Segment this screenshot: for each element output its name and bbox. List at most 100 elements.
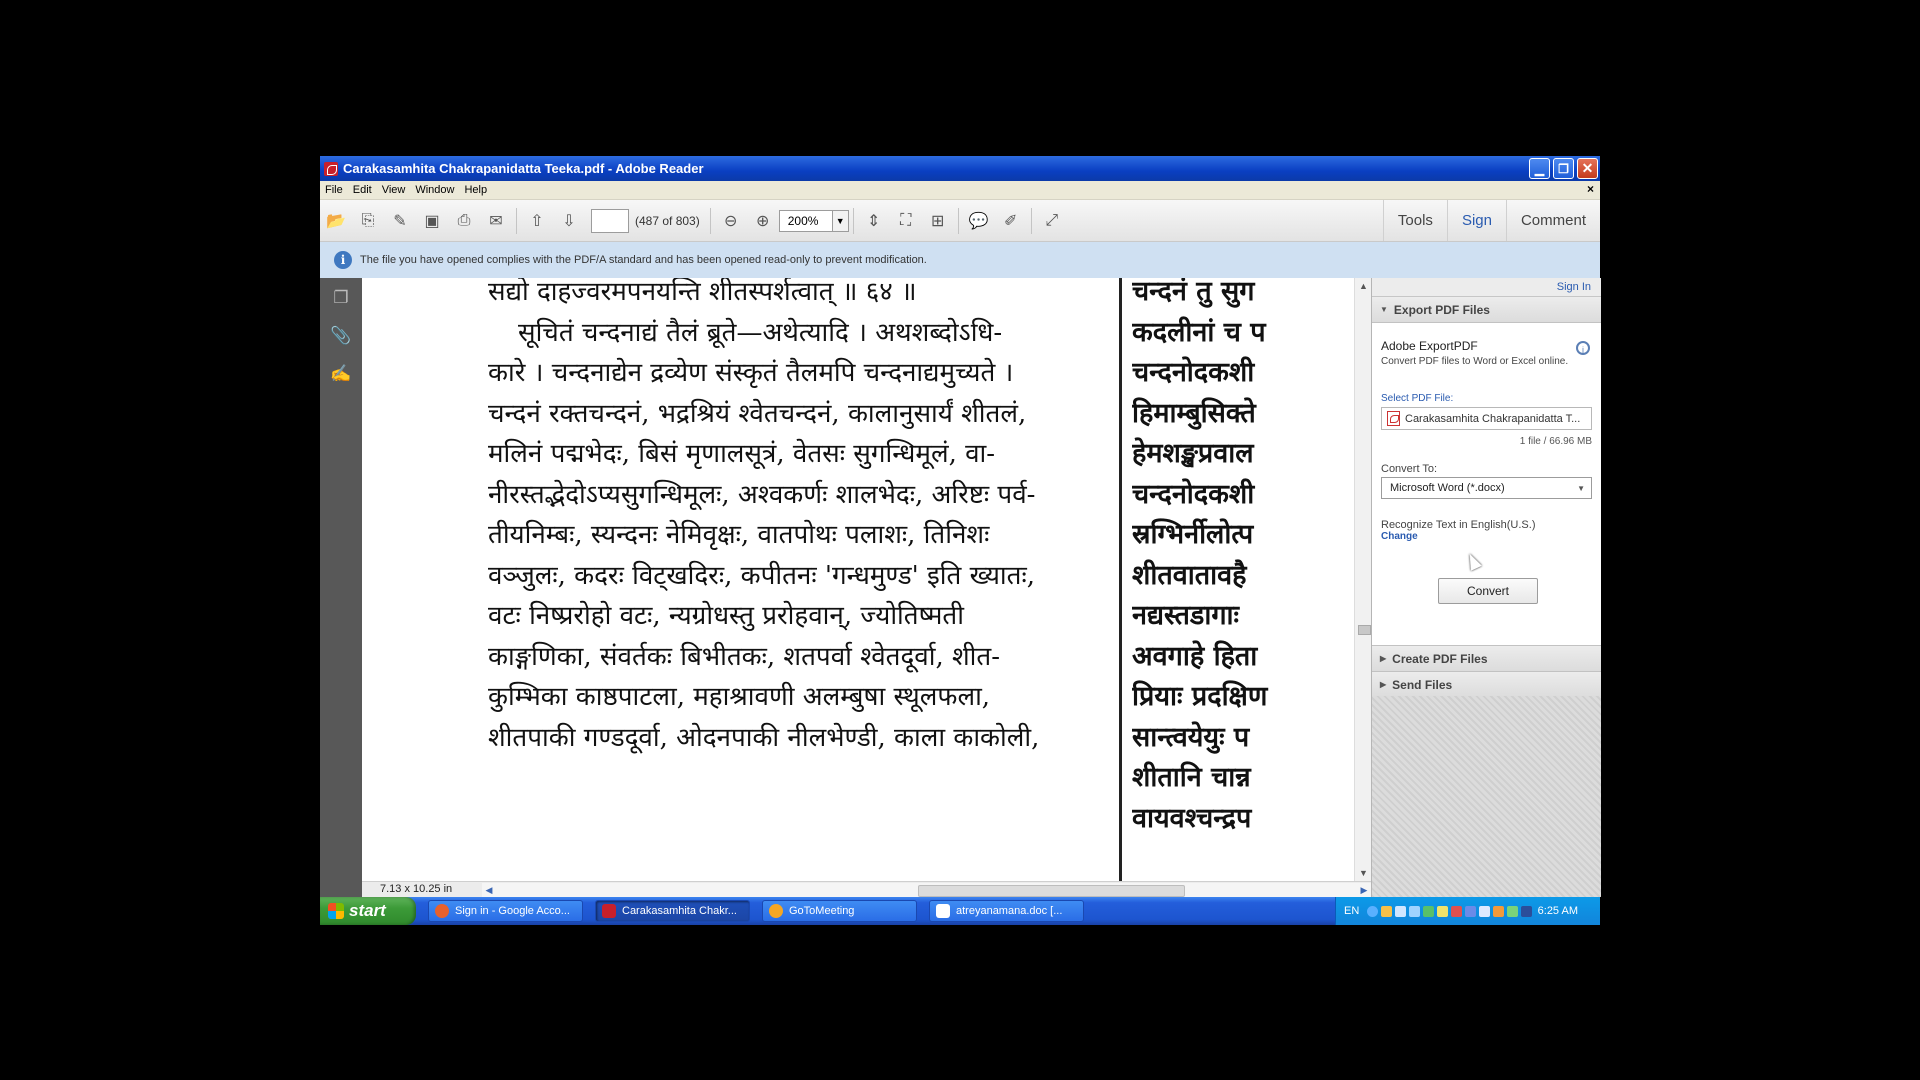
taskbar-item-word-doc[interactable]: atreyanamana.doc [... xyxy=(929,900,1084,922)
zoom-dropdown-icon[interactable]: ▼ xyxy=(832,209,849,232)
status-bar: 7.13 x 10.25 in ◀ ▶ xyxy=(362,881,1371,898)
convert-to-select[interactable]: Microsoft Word (*.docx) ▼ xyxy=(1381,477,1592,499)
taskbar-item-adobe-reader[interactable]: Carakasamhita Chakr... xyxy=(595,900,750,922)
pdfa-message: The file you have opened complies with t… xyxy=(360,254,927,266)
zoom-input[interactable]: 200% xyxy=(778,209,833,232)
tray-icon[interactable] xyxy=(1394,905,1406,917)
save-icon[interactable]: ▣ xyxy=(419,208,445,234)
zoom-in-icon[interactable]: ⊕ xyxy=(750,208,776,234)
comment-tab[interactable]: Comment xyxy=(1505,200,1600,241)
horizontal-scrollbar[interactable]: ◀ ▶ xyxy=(482,883,1371,897)
create-pdf-icon[interactable]: ⎘ xyxy=(355,208,381,234)
window-title: Carakasamhita Chakrapanidatta Teeka.pdf … xyxy=(343,161,704,176)
two-page-icon[interactable]: ⊞ xyxy=(925,208,951,234)
close-button[interactable]: ✕ xyxy=(1577,158,1598,179)
next-page-icon[interactable]: ⇩ xyxy=(556,208,582,234)
page-count: (487 of 803) xyxy=(635,213,700,228)
vertical-scroll-thumb[interactable] xyxy=(1358,625,1371,635)
zoom-out-icon[interactable]: ⊖ xyxy=(718,208,744,234)
print-icon[interactable]: ⎙ xyxy=(451,208,477,234)
menu-file[interactable]: File xyxy=(320,184,348,196)
toolbar: 📂 ⎘ ✎ ▣ ⎙ ✉ ⇧ ⇩ (487 of 803) ⊖ ⊕ 200% ▼ … xyxy=(320,200,1600,242)
expand-triangle-icon: ▶ xyxy=(1380,654,1387,663)
menu-window[interactable]: Window xyxy=(410,184,459,196)
highlight-icon[interactable]: ✐ xyxy=(998,208,1024,234)
gotomeeting-icon xyxy=(769,904,783,918)
send-files-header[interactable]: ▶ Send Files xyxy=(1372,672,1601,698)
page-number-input[interactable] xyxy=(591,208,629,233)
clock[interactable]: 6:25 AM xyxy=(1538,905,1578,917)
create-pdf-header[interactable]: ▶ Create PDF Files xyxy=(1372,646,1601,672)
menu-edit[interactable]: Edit xyxy=(348,184,377,196)
text-line: कारे । चन्दनाद्येन द्रव्येण संस्कृतं तैल… xyxy=(488,358,1014,388)
read-mode-icon[interactable]: ⤢ xyxy=(1039,208,1065,234)
convert-to-value: Microsoft Word (*.docx) xyxy=(1390,482,1505,494)
comment-bubble-icon[interactable]: 💬 xyxy=(966,208,992,234)
text-line: शीतपाकी गण्डदूर्वा, ओदनपाकी नीलभेण्डी, क… xyxy=(488,722,1040,753)
tray-icon[interactable] xyxy=(1408,905,1420,917)
maximize-button[interactable]: ❐ xyxy=(1553,158,1574,179)
page-thumbnails-icon[interactable]: ❐ xyxy=(330,288,352,310)
send-files-label: Send Files xyxy=(1392,677,1453,692)
text-line: नद्यस्तडागाः xyxy=(1132,600,1239,631)
open-icon[interactable]: 📂 xyxy=(323,208,349,234)
pdf-file-icon xyxy=(1387,411,1400,426)
collapse-triangle-icon: ▼ xyxy=(1380,305,1388,314)
taskbar-item-google[interactable]: Sign in - Google Acco... xyxy=(428,900,583,922)
convert-button[interactable]: Convert xyxy=(1438,578,1538,604)
horizontal-scroll-thumb[interactable] xyxy=(918,885,1185,897)
tray-icon[interactable] xyxy=(1506,905,1518,917)
signatures-icon[interactable]: ✍ xyxy=(330,364,352,386)
volume-icon[interactable] xyxy=(1478,905,1490,917)
tray-icon[interactable] xyxy=(1422,905,1434,917)
scroll-up-icon[interactable]: ▲ xyxy=(1355,278,1372,294)
tray-icon[interactable] xyxy=(1464,905,1476,917)
email-icon[interactable]: ✉ xyxy=(483,208,509,234)
network-icon[interactable] xyxy=(1520,905,1532,917)
tray-icon[interactable] xyxy=(1450,905,1462,917)
change-language-link[interactable]: Change xyxy=(1381,531,1418,542)
task-pane-tabs: Tools Sign Comment xyxy=(1382,200,1600,241)
attachments-icon[interactable]: 📎 xyxy=(330,326,352,348)
text-column-right: चन्दनं तु सुग कदलीनां च प चन्दनोदकशी हिम… xyxy=(1132,278,1384,839)
tray-icon[interactable] xyxy=(1436,905,1448,917)
title-bar[interactable]: Carakasamhita Chakrapanidatta Teeka.pdf … xyxy=(320,156,1600,181)
minimize-button[interactable]: ▁ xyxy=(1529,158,1550,179)
scroll-down-icon[interactable]: ▼ xyxy=(1355,865,1372,881)
fit-width-icon[interactable]: ⛶ xyxy=(893,208,919,234)
vertical-scrollbar[interactable]: ▲ ▼ xyxy=(1354,278,1372,881)
start-button[interactable]: start xyxy=(320,897,416,925)
text-column-left: सद्यो दाहज्वरमपनयन्ति शीतस्पर्शत्वात् ॥ … xyxy=(488,278,1116,758)
document-view[interactable]: सद्यो दाहज्वरमपनयन्ति शीतस्पर्शत्वात् ॥ … xyxy=(362,278,1384,881)
menu-help[interactable]: Help xyxy=(459,184,492,196)
selected-file[interactable]: Carakasamhita Chakrapanidatta T... xyxy=(1381,407,1592,430)
menu-view[interactable]: View xyxy=(377,184,411,196)
exportpdf-info-icon[interactable]: i xyxy=(1576,341,1590,355)
tray-icon[interactable] xyxy=(1380,905,1392,917)
toolbar-divider xyxy=(1030,207,1032,234)
text-line: चन्दनं तु सुग xyxy=(1132,278,1255,307)
taskbar-item-gotomeeting[interactable]: GoToMeeting xyxy=(762,900,917,922)
sign-in-link[interactable]: Sign In xyxy=(1372,278,1601,297)
selected-file-name: Carakasamhita Chakrapanidatta T... xyxy=(1405,412,1581,425)
sign-tab[interactable]: Sign xyxy=(1446,200,1506,241)
document-close-icon[interactable]: × xyxy=(1587,182,1594,196)
toolbar-divider xyxy=(709,207,711,234)
export-pdf-header[interactable]: ▼ Export PDF Files xyxy=(1372,297,1601,323)
scroll-right-icon[interactable]: ▶ xyxy=(1357,883,1371,897)
scroll-left-icon[interactable]: ◀ xyxy=(482,883,496,897)
adobe-reader-icon xyxy=(324,161,338,176)
menu-bar: File Edit View Window Help × xyxy=(320,181,1600,200)
text-line: शीतवातावहै xyxy=(1132,559,1247,591)
text-line: शीतानि चान्न xyxy=(1132,762,1251,793)
info-icon: i xyxy=(334,251,352,269)
mouse-cursor-icon xyxy=(1464,551,1482,571)
toolbar-divider xyxy=(852,207,854,234)
fit-page-icon[interactable]: ⇕ xyxy=(861,208,887,234)
tools-tab[interactable]: Tools xyxy=(1382,200,1447,241)
language-indicator[interactable]: EN xyxy=(1344,905,1359,917)
previous-page-icon[interactable]: ⇧ xyxy=(524,208,550,234)
tray-icon[interactable] xyxy=(1366,905,1378,917)
edit-icon[interactable]: ✎ xyxy=(387,208,413,234)
tray-icon[interactable] xyxy=(1492,905,1504,917)
